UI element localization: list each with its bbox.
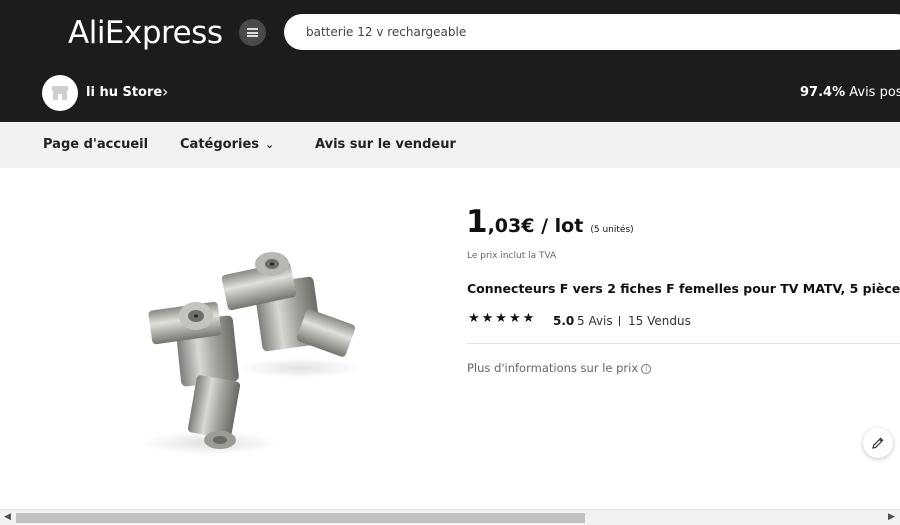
more-price-label: Plus d'informations sur le prix [467,361,639,375]
divider [467,343,900,344]
chevron-down-icon: ⌄ [265,138,275,151]
rating-label: Avis posit [849,85,900,100]
tax-note: Le prix inclut la TVA [467,251,557,261]
rating-value: 97.4% [800,85,846,100]
header: AliExpress batterie 12 v rechargeable li… [0,0,900,122]
scrollbar-thumb[interactable] [16,513,585,523]
rating-score: 5.0 [553,314,575,328]
search-input[interactable]: batterie 12 v rechargeable [284,14,900,50]
product-price: 1,03€ / lot (5 unités) [466,204,634,240]
reviews-link[interactable]: 5 Avis [577,314,613,328]
horizontal-scrollbar[interactable]: ◀ ▶ [0,509,900,525]
scroll-right-icon[interactable]: ▶ [888,512,895,522]
nav-categories-label: Catégories [180,137,260,152]
nav-seller-reviews[interactable]: Avis sur le vendeur [315,137,456,152]
chevron-right-icon[interactable]: › [162,82,168,101]
positive-rating: 97.4% Avis posit [800,85,900,100]
nav-home[interactable]: Page d'accueil [43,137,148,152]
connector-left [148,301,241,449]
aliexpress-logo[interactable]: AliExpress [68,15,223,51]
store-name-link[interactable]: li hu Store [86,85,162,100]
separator [619,316,620,326]
menu-icon[interactable] [239,19,266,46]
scroll-left-icon[interactable]: ◀ [4,512,11,522]
store-nav: Page d'accueil Catégories ⌄ Avis sur le v… [0,122,900,168]
stars: ★★★★★ [468,311,537,326]
store-icon[interactable] [42,75,78,111]
price-decimals: ,03€ / lot [487,215,584,237]
info-icon: i [641,364,652,374]
search-input-value: batterie 12 v rechargeable [306,25,467,39]
price-integer: 1 [466,204,488,240]
pencil-icon[interactable] [863,428,893,458]
star-rating: ★★★★★ [468,311,538,327]
product-image[interactable] [0,168,450,508]
product-title: Connecteurs F vers 2 fiches F femelles p… [467,281,900,296]
price-unit: (5 unités) [590,225,634,235]
more-price-info[interactable]: Plus d'informations sur le prix i [467,361,652,375]
sold-count: 15 Vendus [628,314,691,328]
nav-categories[interactable]: Catégories ⌄ [180,137,274,152]
connector-right [221,252,356,357]
